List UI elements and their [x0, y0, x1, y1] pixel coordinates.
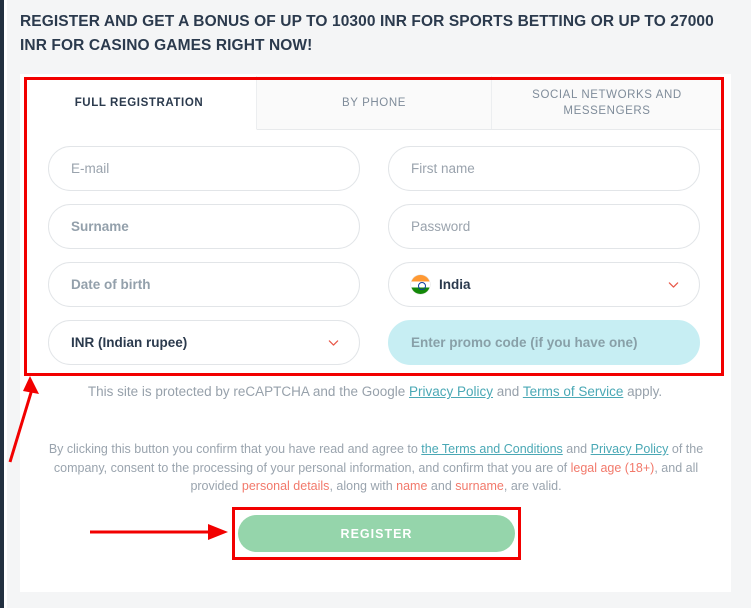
personal-details-highlight: personal details: [241, 479, 330, 493]
terms-notice: By clicking this button you confirm that…: [40, 440, 712, 496]
registration-page: REGISTER AND GET A BONUS OF UP TO 10300 …: [0, 0, 751, 608]
surname-highlight: surname: [455, 479, 504, 493]
chevron-down-icon: [328, 339, 339, 346]
tab-full-registration[interactable]: FULL REGISTRATION: [22, 76, 257, 130]
password-field[interactable]: Password: [388, 204, 700, 249]
promo-code-placeholder: Enter promo code (if you have one): [411, 335, 638, 350]
tab-full-registration-label: FULL REGISTRATION: [74, 96, 204, 109]
country-value: India: [439, 277, 471, 292]
google-privacy-policy-link[interactable]: Privacy Policy: [409, 384, 493, 399]
page-title: REGISTER AND GET A BONUS OF UP TO 10300 …: [20, 13, 714, 54]
form-row-1: E-mail First name: [48, 146, 700, 191]
registration-form: E-mail First name Surname Password Date …: [48, 146, 700, 378]
recaptcha-text-3: apply.: [623, 384, 663, 399]
legal-age-highlight: legal age (18+): [570, 460, 655, 475]
promo-code-field[interactable]: Enter promo code (if you have one): [388, 320, 700, 365]
email-field[interactable]: E-mail: [48, 146, 360, 191]
google-terms-of-service-link[interactable]: Terms of Service: [523, 384, 624, 399]
recaptcha-text-1: This site is protected by reCAPTCHA and …: [87, 384, 409, 399]
terms-text-7: , are valid.: [503, 479, 562, 493]
terms-text-1: By clicking this button you confirm that…: [48, 442, 422, 456]
surname-placeholder: Surname: [71, 219, 129, 234]
terms-and-conditions-link[interactable]: the Terms and Conditions: [421, 442, 563, 456]
privacy-policy-link[interactable]: Privacy Policy: [591, 442, 669, 456]
country-select[interactable]: India: [388, 262, 700, 307]
email-placeholder: E-mail: [71, 161, 110, 176]
currency-value: INR (Indian rupee): [71, 335, 188, 350]
tab-social-networks-and-messengers[interactable]: SOCIAL NETWORKS AND MESSENGERS: [492, 76, 722, 129]
surname-field[interactable]: Surname: [48, 204, 360, 249]
tab-social-networks-label: SOCIAL NETWORKS AND MESSENGERS: [532, 88, 682, 117]
date-of-birth-field[interactable]: Date of birth: [48, 262, 360, 307]
page-gutter: [7, 0, 20, 608]
currency-select[interactable]: INR (Indian rupee): [48, 320, 360, 365]
date-of-birth-placeholder: Date of birth: [71, 277, 151, 292]
register-button[interactable]: REGISTER: [238, 515, 515, 552]
india-flag-icon: [411, 275, 430, 294]
terms-text-6: and: [427, 479, 456, 493]
form-row-3: Date of birth India: [48, 262, 700, 307]
terms-text-5: , along with: [329, 479, 397, 493]
recaptcha-notice: This site is protected by reCAPTCHA and …: [70, 381, 680, 403]
tab-by-phone[interactable]: BY PHONE: [257, 76, 492, 129]
chevron-down-icon: [668, 281, 679, 288]
registration-tabs: FULL REGISTRATION BY PHONE SOCIAL NETWOR…: [22, 76, 722, 130]
password-placeholder: Password: [411, 219, 471, 234]
first-name-placeholder: First name: [411, 161, 475, 176]
tab-by-phone-label: BY PHONE: [341, 96, 407, 109]
terms-text-2: and: [562, 442, 591, 456]
form-row-2: Surname Password: [48, 204, 700, 249]
first-name-field[interactable]: First name: [388, 146, 700, 191]
form-row-4: INR (Indian rupee) Enter promo code (if …: [48, 320, 700, 365]
recaptcha-text-2: and: [493, 384, 523, 399]
name-highlight: name: [396, 479, 428, 493]
